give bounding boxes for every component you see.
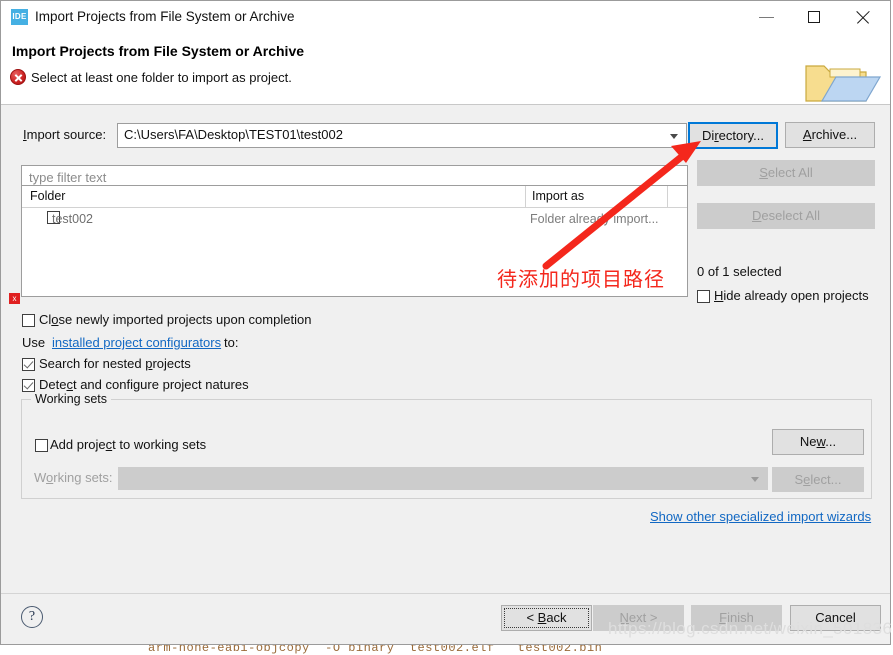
detect-natures-label: Detect and configure project natures: [39, 377, 249, 392]
column-header-folder[interactable]: Folder: [30, 189, 65, 203]
search-nested-checkbox[interactable]: [22, 358, 35, 371]
import-source-label: Import source:: [23, 127, 107, 142]
column-header-import-as[interactable]: Import as: [532, 189, 584, 203]
archive-button-label: Archive...: [802, 127, 858, 142]
row-folder-name: test002: [52, 212, 94, 226]
chevron-down-icon: [670, 133, 678, 139]
directory-button[interactable]: Directory...: [688, 122, 778, 149]
working-sets-label: Working sets:: [34, 470, 113, 485]
working-sets-group-title: Working sets: [31, 392, 112, 406]
archive-button[interactable]: Archive...: [785, 122, 875, 148]
column-divider-1: [525, 186, 526, 207]
select-all-button[interactable]: Select All: [697, 160, 875, 186]
folder-illustration-icon: [805, 65, 882, 102]
installed-configurators-link[interactable]: installed project configurators: [52, 335, 221, 350]
import-source-value: C:\Users\FA\Desktop\TEST01\test002: [124, 127, 343, 142]
hide-open-projects-label: Hide already open projects: [714, 288, 869, 303]
select-button-label: Select...: [794, 472, 842, 487]
back-button[interactable]: < Back: [501, 605, 592, 631]
use-configurators-prefix: Use: [22, 335, 46, 350]
help-icon[interactable]: ?: [21, 606, 43, 628]
new-button-label: New...: [799, 434, 837, 449]
import-projects-dialog: IDE Import Projects from File System or …: [0, 0, 891, 645]
close-icon: [856, 10, 870, 24]
maximize-icon: [808, 11, 820, 23]
page-title: Import Projects from File System or Arch…: [12, 43, 305, 59]
watermark-text: https://blog.csdn.net/weixin_50183638: [608, 619, 893, 638]
maximize-button[interactable]: [792, 1, 838, 33]
error-icon: [10, 69, 26, 85]
table-row[interactable]: test002 Folder already import...: [22, 208, 687, 230]
table-error-decorator: x: [9, 293, 20, 304]
minimize-icon: [759, 17, 774, 18]
deselect-all-button[interactable]: Deselect All: [697, 203, 875, 229]
add-project-label: Add project to working sets: [50, 437, 207, 452]
add-project-checkbox[interactable]: [35, 439, 48, 452]
import-source-mnemonic: I: [23, 127, 27, 142]
detect-natures-checkbox[interactable]: [22, 379, 35, 392]
title-bar: IDE Import Projects from File System or …: [1, 1, 890, 35]
working-sets-combo[interactable]: [118, 467, 768, 490]
dialog-body: Import source: C:\Users\FA\Desktop\TEST0…: [1, 105, 890, 596]
select-working-set-button[interactable]: Select...: [772, 467, 864, 492]
close-button[interactable]: [840, 1, 886, 33]
close-imported-checkbox[interactable]: [22, 314, 35, 327]
import-source-combo[interactable]: C:\Users\FA\Desktop\TEST01\test002: [117, 123, 687, 148]
table-header-row: Folder Import as: [22, 186, 687, 208]
filter-placeholder: type filter text: [29, 170, 107, 185]
column-divider-2: [667, 186, 668, 207]
new-working-set-button[interactable]: New...: [772, 429, 864, 455]
search-nested-label: Search for nested projects: [39, 356, 191, 371]
directory-button-label: Directory...: [702, 128, 764, 143]
minimize-button[interactable]: [744, 1, 790, 33]
hide-open-projects-checkbox[interactable]: [697, 290, 710, 303]
row-import-as: Folder already import...: [530, 212, 659, 226]
callout-text: 待添加的项目路径: [497, 267, 665, 291]
screenshot-root: arm-none-eabi-objcopy -O binary test002.…: [0, 0, 893, 655]
chevron-down-icon-working-sets: [751, 476, 759, 482]
selection-status: 0 of 1 selected: [697, 264, 782, 279]
header-message: Select at least one folder to import as …: [31, 70, 292, 85]
select-all-label: Select All: [759, 165, 813, 180]
window-title: Import Projects from File System or Arch…: [35, 9, 295, 24]
back-button-label: < Back: [526, 610, 567, 625]
other-wizards-link[interactable]: Show other specialized import wizards: [650, 509, 871, 524]
use-configurators-suffix: to:: [224, 335, 239, 350]
ide-icon: IDE: [11, 9, 28, 25]
deselect-all-label: Deselect All: [752, 208, 820, 223]
close-imported-label: Close newly imported projects upon compl…: [39, 312, 312, 327]
dialog-header: Import Projects from File System or Arch…: [1, 35, 890, 105]
